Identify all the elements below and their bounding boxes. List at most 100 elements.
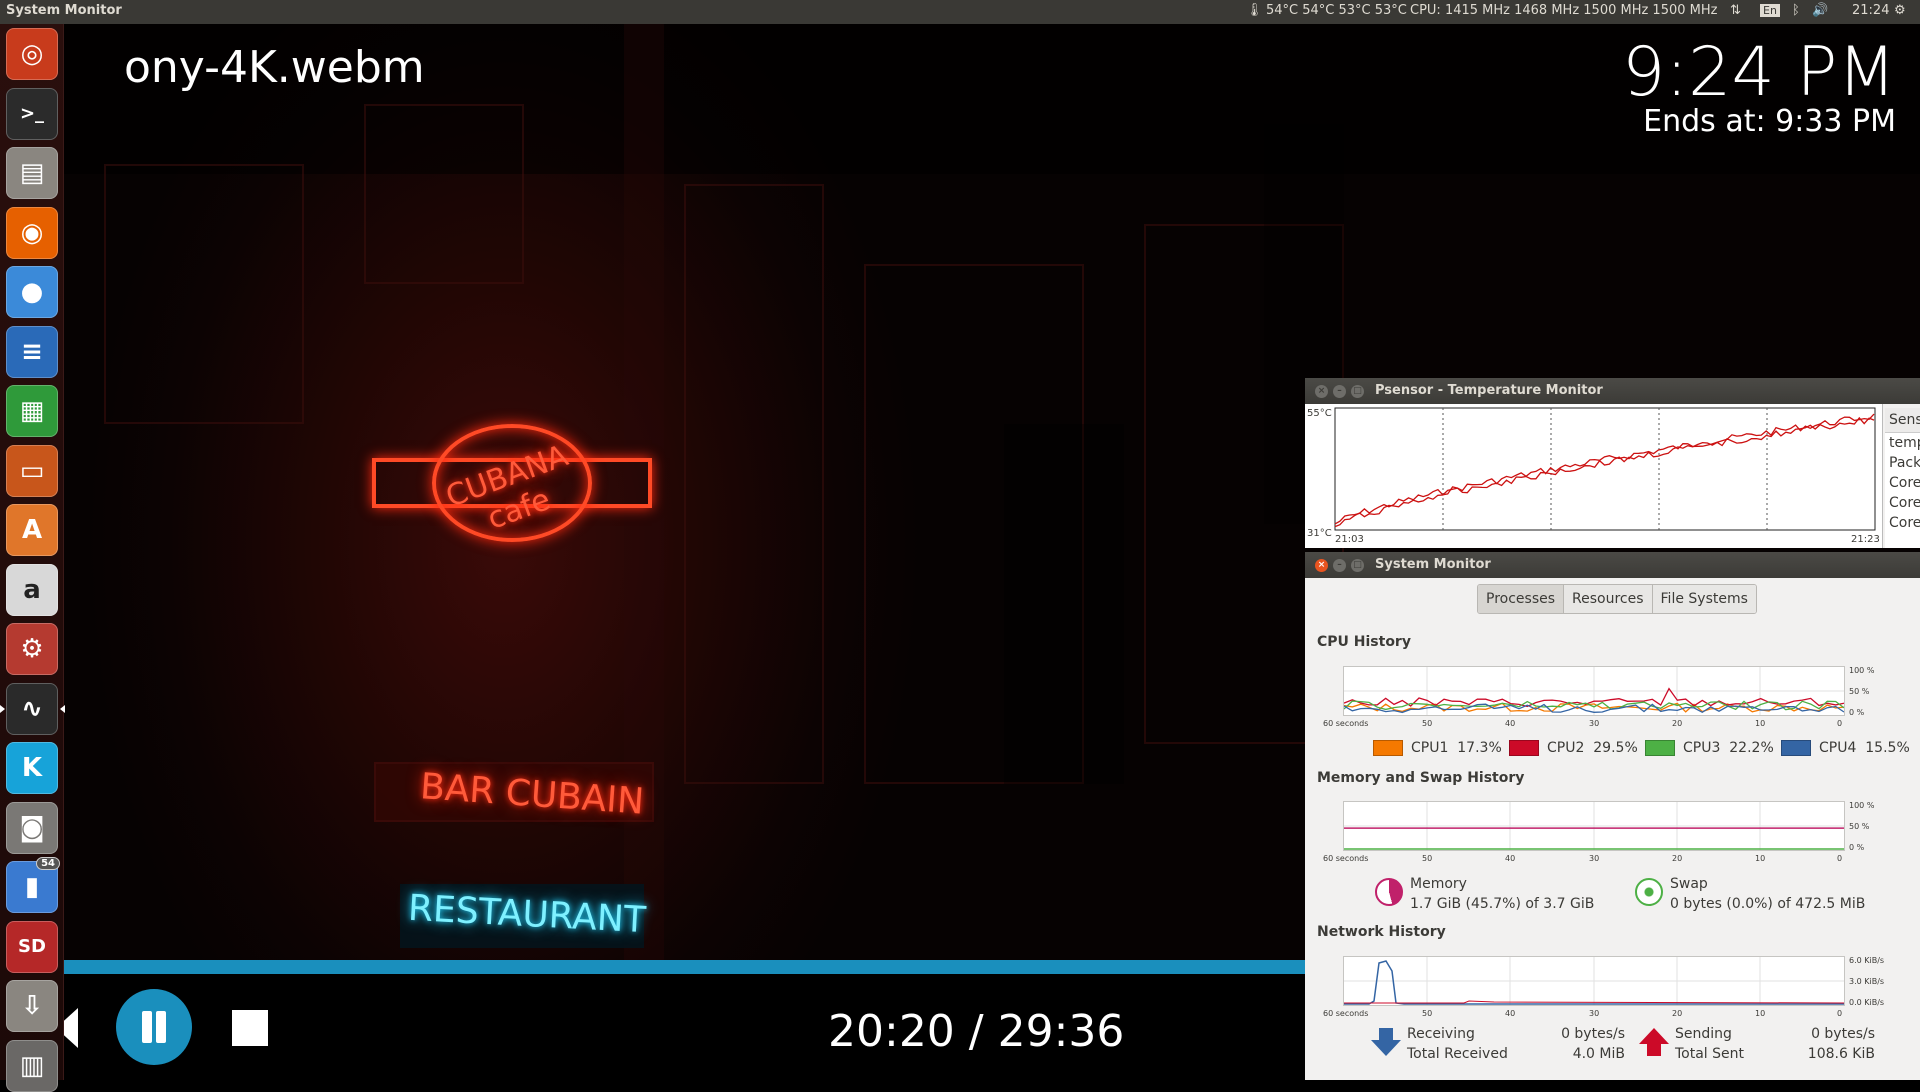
- minimize-icon[interactable]: –: [1333, 385, 1346, 398]
- swap-pie: [1635, 878, 1663, 906]
- firefox-glyph: ◉: [20, 217, 44, 248]
- impress-glyph: ▭: [19, 455, 45, 486]
- launcher-calc-icon[interactable]: ▦: [6, 385, 58, 437]
- launcher-sd-card-icon[interactable]: SD: [6, 920, 58, 973]
- memory-swap-heading: Memory and Swap History: [1317, 770, 1525, 786]
- system-monitor-title: System Monitor: [1375, 557, 1491, 572]
- x-tick-label: 10: [1755, 854, 1766, 863]
- video-title: ony-4K.webm: [124, 42, 425, 93]
- cpu-legend-label: CPU1 17.3%: [1411, 740, 1502, 756]
- minimize-icon[interactable]: –: [1333, 559, 1346, 572]
- pause-button[interactable]: [116, 989, 192, 1065]
- sensor-header[interactable]: Sens: [1885, 408, 1920, 433]
- cpu-color-swatch[interactable]: [1373, 740, 1403, 756]
- network-icon[interactable]: ⇅: [1730, 3, 1741, 18]
- keyboard-layout[interactable]: En: [1760, 4, 1780, 17]
- launcher-kodi-icon[interactable]: K: [6, 742, 58, 794]
- x-tick-label: 60 seconds: [1323, 1009, 1369, 1018]
- software-center-glyph: A: [21, 515, 43, 545]
- cpu-legend-item: CPU3 22.2%: [1645, 740, 1774, 756]
- launcher-files-icon[interactable]: ▤: [6, 147, 58, 199]
- launcher-firefox-icon[interactable]: ◉: [6, 206, 58, 259]
- mem-pct-tick-label: 0 %: [1849, 843, 1865, 852]
- mem-pct-tick-label: 100 %: [1849, 801, 1875, 810]
- temperature-plot: [1334, 407, 1876, 531]
- launcher-software-center-icon[interactable]: A: [6, 504, 58, 556]
- launcher-chrome-icon[interactable]: ●: [6, 266, 58, 318]
- cpu-freq-indicator[interactable]: CPU: 1415 MHz 1468 MHz 1500 MHz 1500 MHz: [1410, 3, 1717, 18]
- receiving-values: 0 bytes/s 4.0 MiB: [1545, 1024, 1625, 1064]
- swap-value: 0 bytes (0.0%) of 472.5 MiB: [1670, 896, 1866, 912]
- bluetooth-icon[interactable]: ᛒ: [1792, 3, 1800, 18]
- net-rate-tick-label: 6.0 KiB/s: [1849, 956, 1885, 965]
- cpu-color-swatch[interactable]: [1645, 740, 1675, 756]
- sensor-item[interactable]: Core: [1885, 473, 1920, 493]
- mem-pct-tick-label: 50 %: [1849, 822, 1870, 831]
- sensor-item[interactable]: Core: [1885, 513, 1920, 533]
- close-icon[interactable]: ×: [1315, 385, 1328, 398]
- psensor-window: × – □ Psensor - Temperature Monitor 55°C…: [1305, 378, 1920, 548]
- launcher-impress-icon[interactable]: ▭: [6, 444, 58, 497]
- sensor-list: Sens tempPackCoreCoreCore: [1885, 408, 1920, 548]
- gear-icon[interactable]: ⚙: [1894, 3, 1906, 18]
- system-settings-glyph: ⚙: [20, 634, 44, 664]
- x-tick-label: 40: [1505, 854, 1516, 863]
- maximize-icon[interactable]: □: [1351, 559, 1364, 572]
- net-rate-tick-label: 3.0 KiB/s: [1849, 977, 1885, 986]
- launcher-ubuntu-dash-icon[interactable]: ◎: [6, 28, 58, 80]
- x-tick-label: 30: [1589, 719, 1600, 728]
- launcher-camera-icon[interactable]: ◙: [6, 801, 58, 854]
- sensor-item[interactable]: temp: [1885, 433, 1920, 453]
- psensor-titlebar[interactable]: × – □ Psensor - Temperature Monitor: [1305, 378, 1920, 404]
- playback-time: 20:20 / 29:36: [828, 1006, 1125, 1057]
- launcher-amazon-icon[interactable]: a: [6, 563, 58, 616]
- cpu-color-swatch[interactable]: [1509, 740, 1539, 756]
- cpu-pct-tick-label: 50 %: [1849, 687, 1870, 696]
- download-arrow-icon: [1371, 1028, 1401, 1056]
- close-icon[interactable]: ×: [1315, 559, 1328, 572]
- stop-button[interactable]: [232, 1010, 268, 1046]
- launcher-trash-icon[interactable]: ▥: [6, 1039, 58, 1092]
- x-tick-label: 0: [1837, 1009, 1843, 1018]
- x-tick-label: 30: [1589, 1009, 1600, 1018]
- cpu-history-heading: CPU History: [1317, 634, 1411, 650]
- x-tick-label: 20: [1672, 1009, 1683, 1018]
- x-tick-label: 60 seconds: [1323, 719, 1369, 728]
- swap-stat: Swap 0 bytes (0.0%) of 472.5 MiB: [1670, 874, 1865, 914]
- writer-glyph: ≡: [21, 336, 43, 367]
- sensor-item[interactable]: Core: [1885, 493, 1920, 513]
- thermometer-icon[interactable]: 🌡: [1246, 3, 1263, 18]
- kodi-glyph: K: [21, 753, 43, 783]
- tab-resources[interactable]: Resources: [1564, 585, 1653, 613]
- ends-at: Ends at: 9:33 PM: [1643, 104, 1896, 139]
- temps-indicator[interactable]: 54°C 54°C 53°C 53°C: [1266, 3, 1407, 18]
- memory-value: 1.7 GiB (45.7%) of 3.7 GiB: [1410, 896, 1595, 912]
- cpu-color-swatch[interactable]: [1781, 740, 1811, 756]
- launcher-terminal-icon[interactable]: >_: [6, 87, 58, 140]
- cpu-legend-item: CPU4 15.5%: [1781, 740, 1910, 756]
- launcher-writer-icon[interactable]: ≡: [6, 325, 58, 378]
- volume-icon[interactable]: 🔊: [1812, 3, 1828, 18]
- cpu-legend-label: CPU4 15.5%: [1819, 740, 1910, 756]
- launcher-usb-icon[interactable]: ⇩: [6, 980, 58, 1032]
- total-received: 4.0 MiB: [1572, 1046, 1625, 1062]
- tab-file-systems[interactable]: File Systems: [1652, 585, 1756, 613]
- x-tick-label: 50: [1422, 719, 1433, 728]
- launcher-system-monitor-icon[interactable]: ∿: [0, 682, 65, 735]
- sensor-item[interactable]: Pack: [1885, 453, 1920, 473]
- cpu-legend-label: CPU2 29.5%: [1547, 740, 1638, 756]
- launcher-psensor-icon[interactable]: ▮ 54: [6, 857, 60, 913]
- tab-processes[interactable]: Processes: [1478, 585, 1565, 613]
- launcher: ◎ >_ ▤ ◉ ● ≡ ▦ ▭ Aa ⚙ ∿ K ◙ ▮ 54 SD ⇩ ▥: [0, 24, 65, 1092]
- psensor-title: Psensor - Temperature Monitor: [1375, 383, 1603, 398]
- launcher-system-settings-icon[interactable]: ⚙: [6, 623, 58, 675]
- ubuntu-dash-glyph: ◎: [20, 39, 44, 69]
- active-app-title: System Monitor: [6, 3, 122, 18]
- panel-clock[interactable]: 21:24: [1852, 3, 1889, 18]
- system-monitor-titlebar[interactable]: × – □ System Monitor: [1305, 552, 1920, 578]
- memory-history-graph: [1343, 801, 1845, 851]
- cpu-pct-tick-label: 100 %: [1849, 666, 1875, 675]
- maximize-icon[interactable]: □: [1351, 385, 1364, 398]
- usb-glyph: ⇩: [21, 991, 43, 1021]
- camera-glyph: ◙: [19, 812, 45, 843]
